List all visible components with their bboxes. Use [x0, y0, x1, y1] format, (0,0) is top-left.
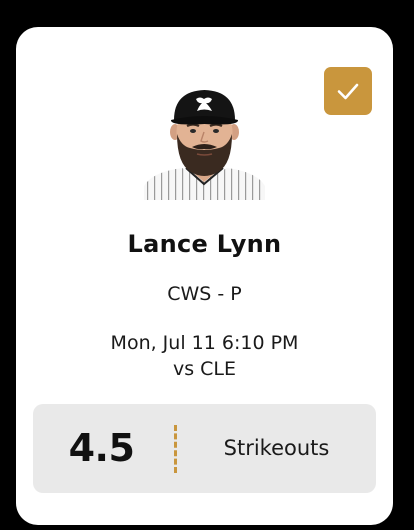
player-prop-card[interactable]: Lance Lynn CWS - P Mon, Jul 11 6:10 PM v… [16, 27, 393, 525]
player-name: Lance Lynn [127, 230, 282, 258]
player-headshot [144, 90, 265, 200]
team-position: CWS - P [167, 283, 242, 305]
prop-stat-type: Strikeouts [223, 436, 330, 460]
select-toggle-button[interactable] [324, 67, 372, 115]
checkmark-icon [337, 83, 359, 100]
prop-line-box[interactable]: 4.5 Strikeouts [33, 404, 376, 493]
opponent: vs CLE [172, 358, 237, 380]
prop-line-value: 4.5 [68, 426, 135, 470]
game-time: Mon, Jul 11 6:10 PM [110, 332, 299, 354]
